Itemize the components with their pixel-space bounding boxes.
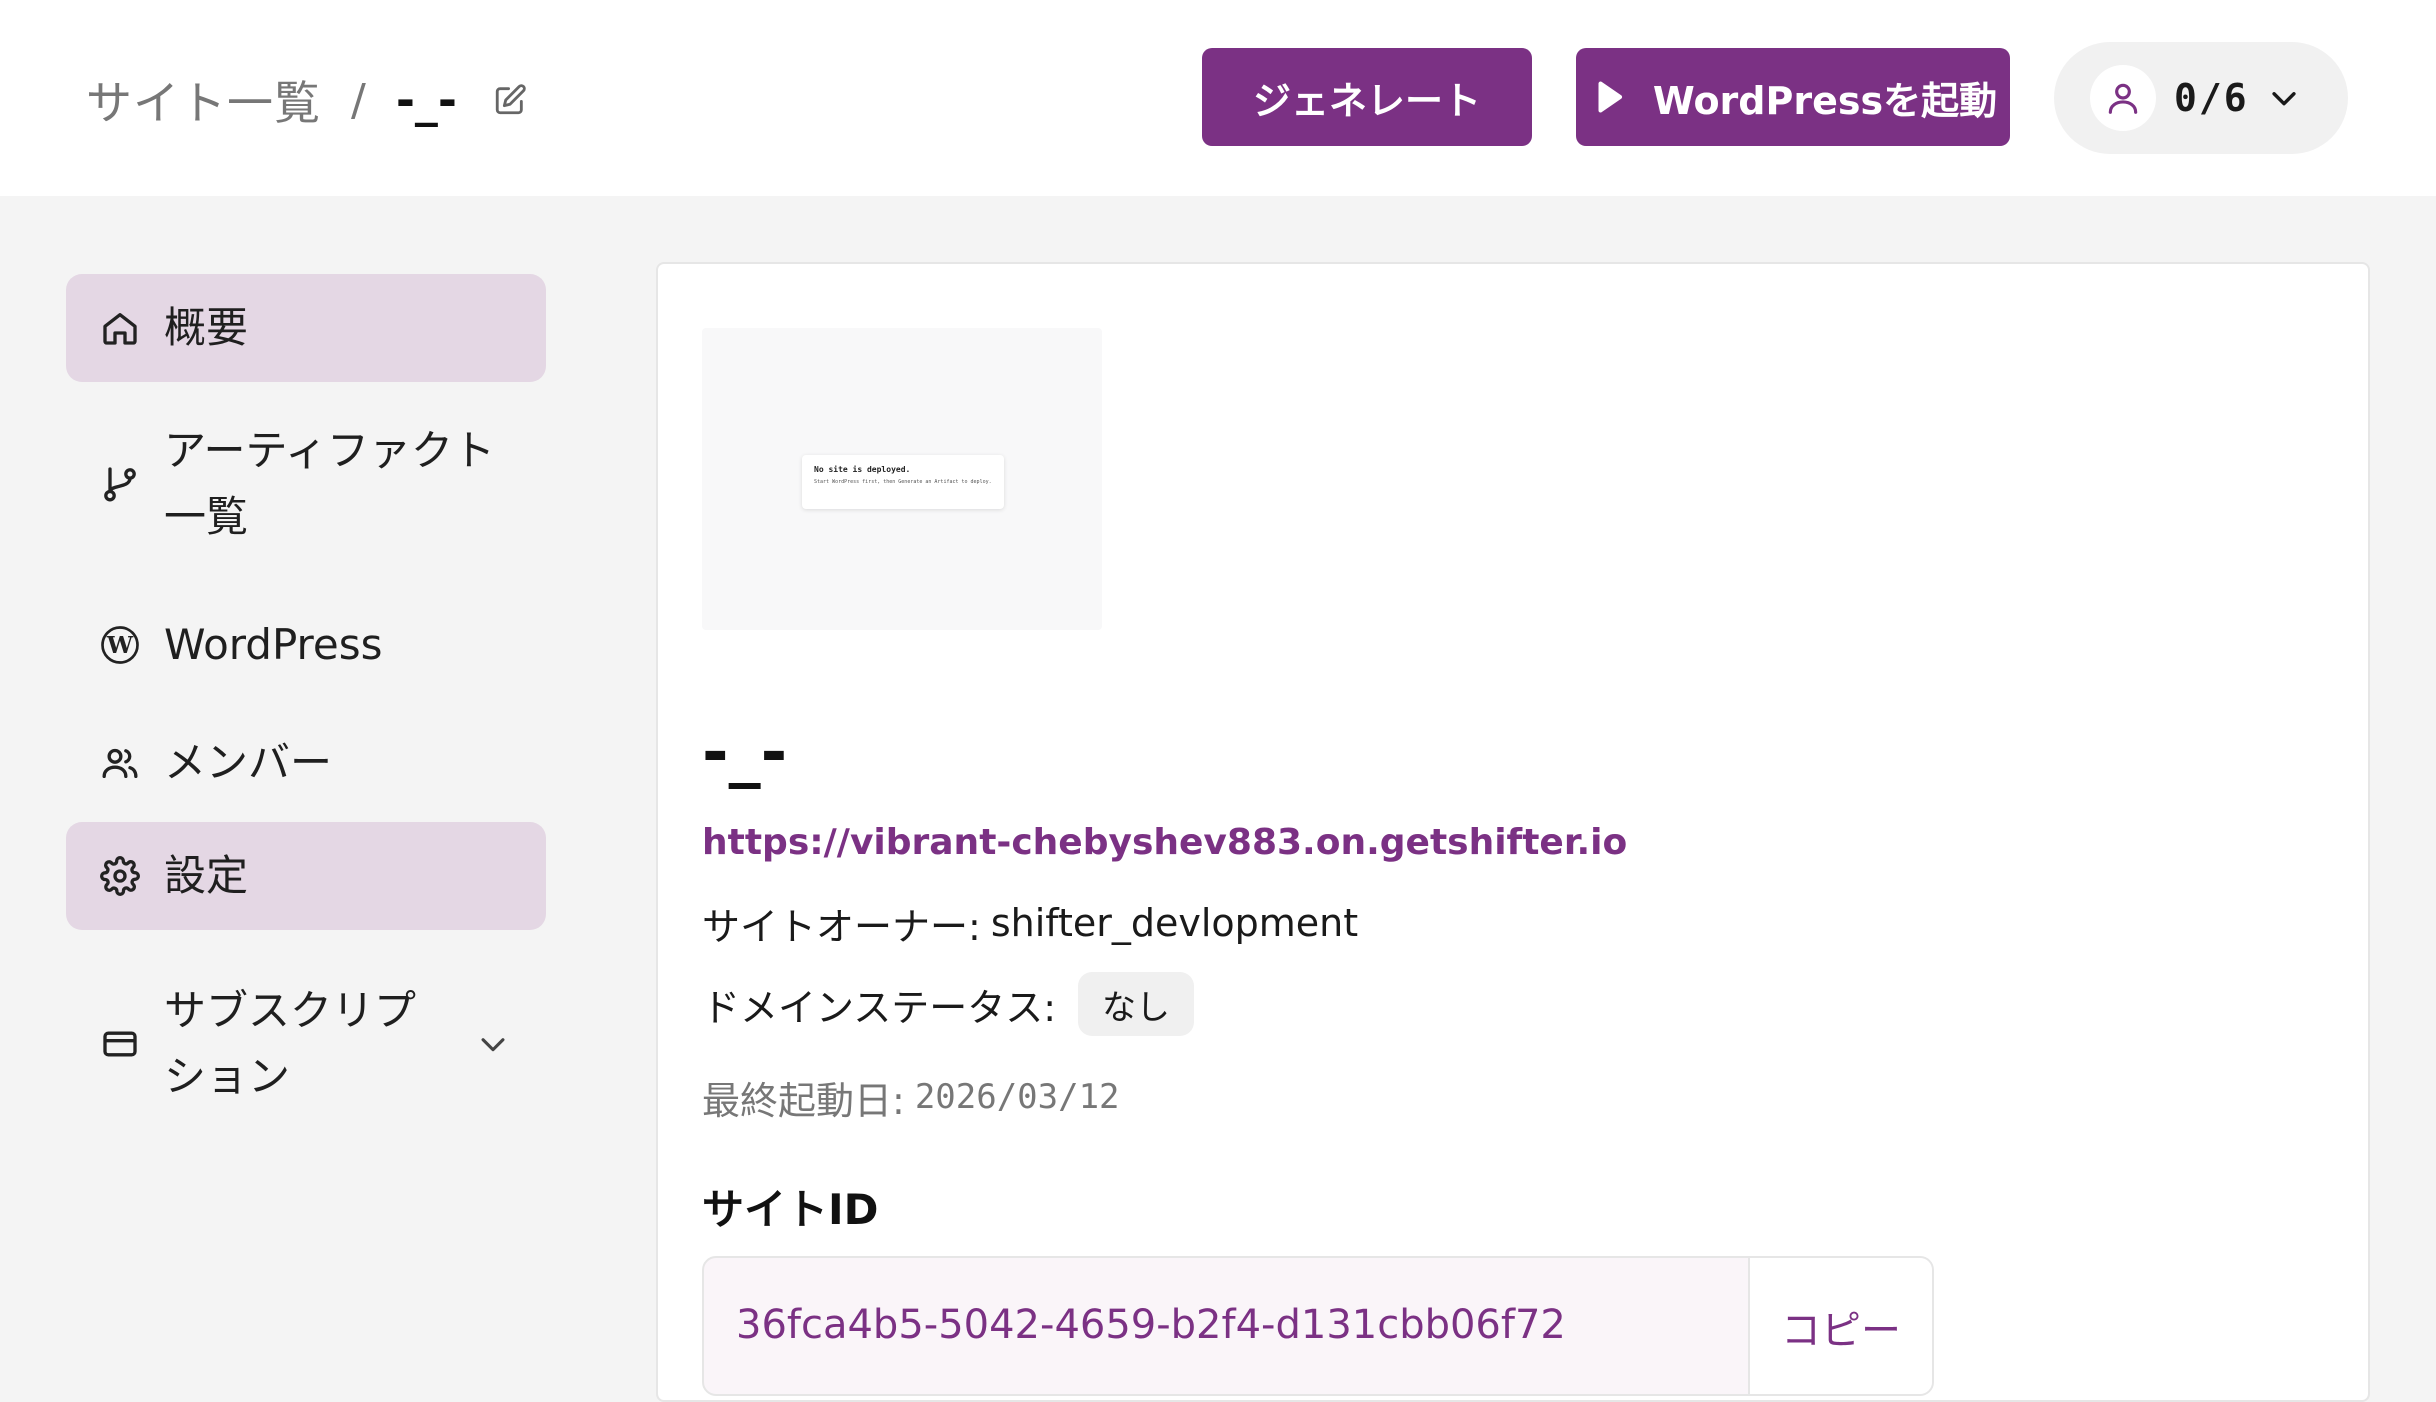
user-count: 0/6 xyxy=(2174,76,2249,120)
status-badge: なし xyxy=(1078,972,1195,1036)
thumbnail-text: Start WordPress first, then Generate an … xyxy=(814,479,992,485)
users-icon xyxy=(98,741,142,785)
edit-icon[interactable] xyxy=(493,83,527,117)
site-url-link[interactable]: https://vibrant-chebyshev883.on.getshift… xyxy=(702,822,1627,863)
launch-wordpress-label: WordPressを起動 xyxy=(1652,78,1998,123)
sidebar-item-label: 設定 xyxy=(164,851,249,900)
sidebar-item-wordpress[interactable]: W WordPress xyxy=(66,604,546,686)
sidebar-item-overview[interactable]: 概要 xyxy=(66,274,546,382)
thumbnail-message-box: No site is deployed. Start WordPress fir… xyxy=(802,455,1004,509)
site-thumbnail: No site is deployed. Start WordPress fir… xyxy=(702,328,1102,630)
user-icon xyxy=(2090,65,2156,131)
git-branch-icon xyxy=(98,462,142,506)
generate-button-label: ジェネレート xyxy=(1252,78,1481,123)
chevron-down-icon xyxy=(2267,81,2301,115)
site-id-field: 36fca4b5-5042-4659-b2f4-d131cbb06f72 コピー xyxy=(702,1256,1934,1396)
domain-status-row: ドメインステータス: なし xyxy=(702,972,1195,1036)
sidebar-item-label: WordPress xyxy=(164,620,383,669)
play-icon xyxy=(1589,78,1627,116)
site-name-heading: -_- xyxy=(702,716,788,790)
copy-button[interactable]: コピー xyxy=(1748,1258,1932,1394)
site-owner-row: サイトオーナー: shifter_devlopment xyxy=(702,898,1359,949)
site-owner-label: サイトオーナー: xyxy=(702,904,981,949)
home-icon xyxy=(98,306,142,350)
top-header: サイト一覧 / -_- ジェネレート WordPressを起動 0/6 xyxy=(0,0,2436,196)
launch-wordpress-button[interactable]: WordPressを起動 xyxy=(1576,48,2010,146)
site-owner-value: shifter_devlopment xyxy=(990,901,1359,945)
copy-button-label: コピー xyxy=(1781,1308,1901,1354)
sidebar-item-label: アーティファクト一覧 xyxy=(164,426,495,541)
last-launch-label: 最終起動日: xyxy=(702,1078,905,1123)
domain-status-label: ドメインステータス: xyxy=(702,985,1057,1030)
gear-icon xyxy=(98,854,142,898)
user-menu-dropdown[interactable]: 0/6 xyxy=(2054,42,2348,154)
breadcrumb-separator: / xyxy=(351,74,366,126)
credit-card-icon xyxy=(98,1022,142,1066)
sidebar-item-members[interactable]: メンバー xyxy=(66,722,546,804)
sidebar-item-label: メンバー xyxy=(164,738,333,787)
sidebar-item-settings[interactable]: 設定 xyxy=(66,822,546,930)
generate-button[interactable]: ジェネレート xyxy=(1202,48,1532,146)
last-launch-row: 最終起動日: 2026/03/12 xyxy=(702,1072,1120,1123)
last-launch-date: 2026/03/12 xyxy=(914,1077,1120,1117)
site-id-heading: サイトID xyxy=(702,1185,879,1234)
breadcrumb: サイト一覧 / -_- xyxy=(86,70,527,130)
sidebar-item-artifacts[interactable]: アーティファクト一覧 xyxy=(66,416,546,552)
svg-text:W: W xyxy=(106,631,134,659)
wordpress-icon: W xyxy=(98,623,142,667)
thumbnail-title: No site is deployed. xyxy=(814,465,911,474)
sidebar-item-label: 概要 xyxy=(164,303,249,352)
chevron-down-icon[interactable] xyxy=(476,1027,510,1061)
sidebar-item-label: サブスクリプション xyxy=(164,986,417,1101)
breadcrumb-site-list-link[interactable]: サイト一覧 xyxy=(86,67,321,133)
sidebar-item-subscription[interactable]: サブスクリプション xyxy=(66,972,546,1116)
breadcrumb-current-site: -_- xyxy=(395,73,458,127)
site-id-value[interactable]: 36fca4b5-5042-4659-b2f4-d131cbb06f72 xyxy=(736,1302,1566,1348)
